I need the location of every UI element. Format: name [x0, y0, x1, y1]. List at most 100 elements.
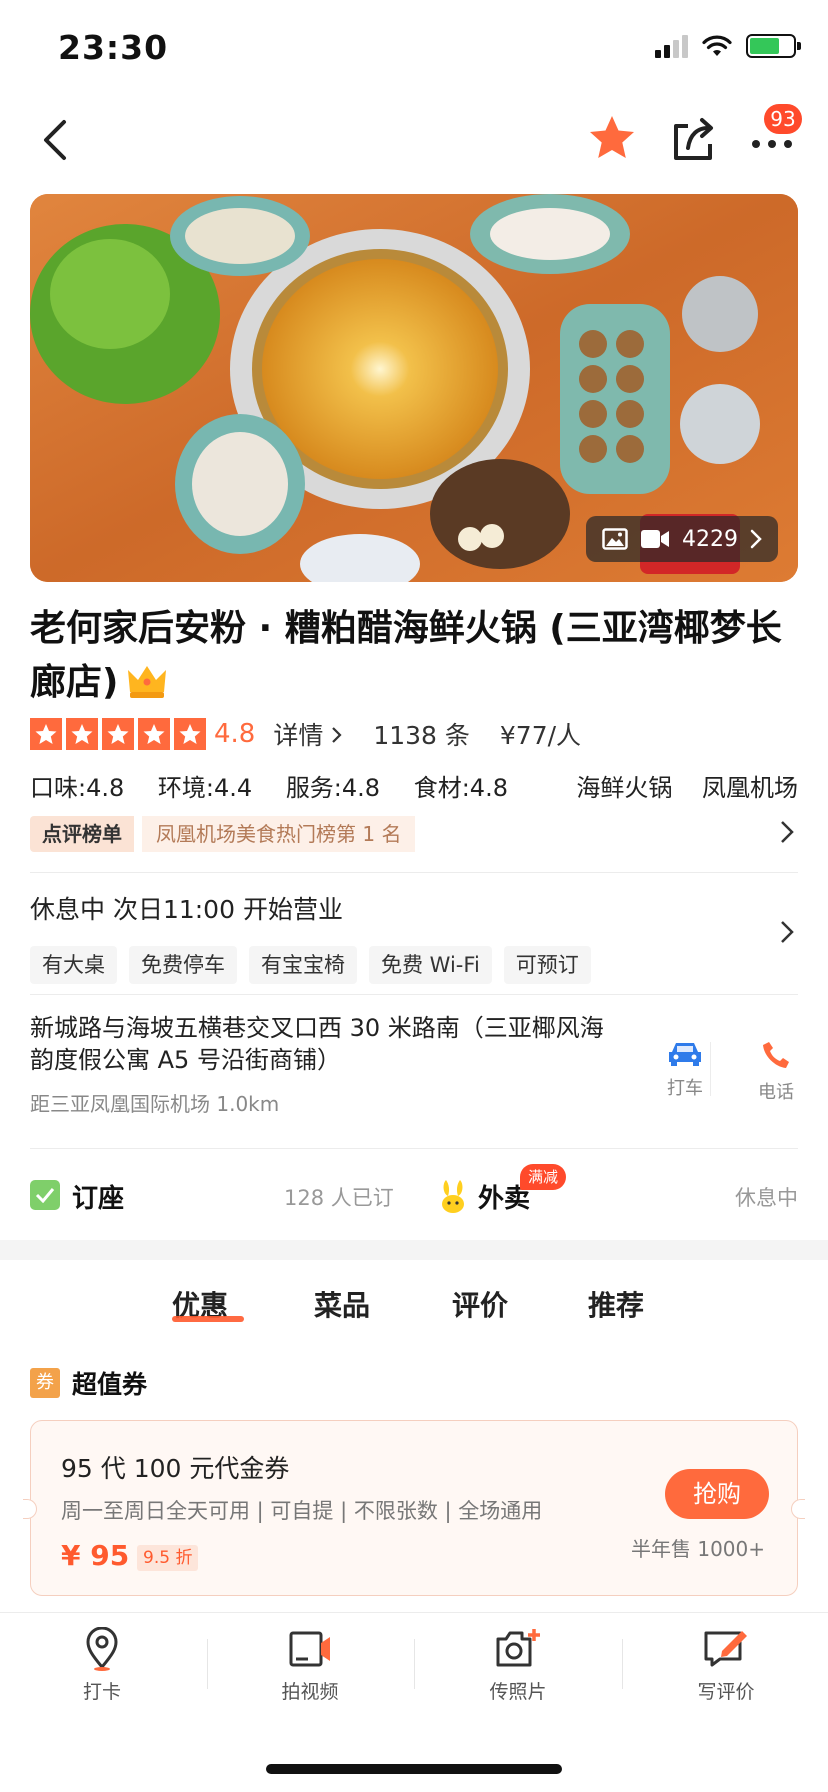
divider [30, 994, 798, 995]
back-arrow-icon[interactable] [34, 116, 82, 164]
section-tabs: 优惠 菜品 评价 推荐 [0, 1262, 828, 1342]
subscore-row: 口味:4.8 环境:4.4 服务:4.8 食材:4.8 海鲜火锅 凤凰机场 [30, 768, 798, 802]
chevron-right-icon [750, 529, 762, 549]
area-tag[interactable]: 凤凰机场 [702, 774, 798, 802]
tab-recommend[interactable]: 推荐 [588, 1284, 644, 1324]
cellular-signal-icon [655, 34, 688, 58]
star-icon [102, 718, 134, 750]
status-icons [655, 34, 801, 58]
rating-detail-label: 详情 [273, 721, 324, 750]
shop-title: 老何家后安粉 · 糟粕醋海鲜火锅 (三亚湾椰梦长廊店) [30, 602, 800, 710]
service-score: 服务:4.8 [285, 774, 381, 802]
favorite-star-icon[interactable] [586, 112, 638, 164]
star-icon [174, 718, 206, 750]
phone-label: 电话 [758, 1082, 794, 1103]
separator [207, 1639, 208, 1689]
tab-reviews[interactable]: 评价 [452, 1284, 508, 1324]
action-separator [710, 1042, 711, 1096]
distance-text: 距三亚凤凰国际机场 1.0km [30, 1092, 280, 1116]
category-tags: 海鲜火锅 凤凰机场 [554, 768, 798, 803]
battery-icon [746, 34, 801, 58]
ranking-label: 点评榜单 [30, 816, 134, 852]
business-hours: 休息中 次日11:00 开始营业 [30, 895, 343, 924]
review-count[interactable]: 1138 条 [373, 716, 470, 752]
section-gap [0, 1240, 828, 1260]
address-section[interactable]: 新城路与海坡五横巷交叉口西 30 米路南（三亚椰风海韵度假公寓 A5 号沿街商铺… [30, 1012, 798, 1122]
wifi-icon [702, 35, 732, 56]
booking-count: 128 人已订 [284, 1186, 394, 1210]
write-review-icon [704, 1631, 747, 1667]
share-icon[interactable] [668, 114, 718, 164]
facility-tag: 免费停车 [129, 946, 237, 984]
tab-dishes[interactable]: 菜品 [314, 1284, 370, 1324]
image-icon [602, 528, 628, 550]
facility-tag: 免费 Wi-Fi [369, 946, 492, 984]
checkin-label: 打卡 [82, 1681, 121, 1703]
star-rating [30, 718, 206, 750]
taxi-label: 打车 [667, 1078, 703, 1099]
address-text: 新城路与海坡五横巷交叉口西 30 米路南（三亚椰风海韵度假公寓 A5 号沿街商铺… [30, 1014, 604, 1074]
phone-icon [763, 1042, 789, 1068]
sold-count: 半年售 1000+ [630, 1537, 765, 1561]
video-icon [641, 530, 669, 548]
upload-photo-button[interactable]: 传照片 [458, 1627, 578, 1704]
taxi-button[interactable]: 打车 [630, 1040, 740, 1100]
crown-icon [128, 666, 167, 698]
hero-photo[interactable]: 4229 [30, 194, 798, 582]
takeout-status: 休息中 [735, 1186, 798, 1210]
coupon-description: 周一至周日全天可用 | 可自提 | 不限张数 | 全场通用 [61, 1499, 543, 1523]
ingredients-score: 食材:4.8 [413, 774, 508, 802]
rating-detail-link[interactable]: 详情 [273, 716, 343, 752]
ranking-banner[interactable]: 点评榜单 凤凰机场美食热门榜第 1 名 [30, 816, 798, 852]
booking-row: 订座 128 人已订 外卖 满减 休息中 [30, 1164, 798, 1224]
coupon-discount: 9.5 折 [137, 1545, 199, 1571]
category-tag[interactable]: 海鲜火锅 [576, 774, 672, 802]
location-pin-icon [86, 1626, 118, 1671]
status-time: 23:30 [58, 28, 169, 67]
booking-check-icon [30, 1180, 60, 1210]
write-review-label: 写评价 [697, 1681, 755, 1703]
photo-upload-icon [496, 1629, 540, 1667]
coupon-title: 95 代 100 元代金券 [61, 1454, 290, 1483]
facility-tags: 有大桌 免费停车 有宝宝椅 免费 Wi-Fi 可预订 [30, 946, 798, 984]
nav-bar: 93 [0, 100, 828, 180]
divider [30, 872, 798, 873]
status-bar: 23:30 [0, 0, 828, 90]
hours-section[interactable]: 休息中 次日11:00 开始营业 有大桌 免费停车 有宝宝椅 免费 Wi-Fi … [30, 890, 798, 984]
facility-tag: 有宝宝椅 [249, 946, 357, 984]
booking-label[interactable]: 订座 [72, 1178, 124, 1215]
notification-badge: 93 [764, 104, 802, 134]
buy-button[interactable]: 抢购 [665, 1469, 769, 1519]
tab-active-indicator [172, 1316, 244, 1322]
bottom-action-bar: 打卡 拍视频 传照片 写评价 [0, 1612, 828, 1732]
star-icon [138, 718, 170, 750]
media-count-button[interactable]: 4229 [586, 516, 778, 562]
coupon-card[interactable]: 95 代 100 元代金券 周一至周日全天可用 | 可自提 | 不限张数 | 全… [23, 1420, 805, 1596]
star-icon [30, 718, 62, 750]
write-review-button[interactable]: 写评价 [666, 1627, 786, 1704]
shoot-video-button[interactable]: 拍视频 [250, 1627, 370, 1704]
rating-row: 4.8 详情 1138 条 ¥77/人 [30, 716, 581, 752]
separator [414, 1639, 415, 1689]
card-notch [791, 1499, 805, 1519]
chevron-right-icon [332, 727, 342, 743]
taste-score: 口味:4.8 [30, 774, 125, 802]
car-icon [669, 1043, 701, 1066]
rating-score: 4.8 [214, 719, 256, 749]
checkin-button[interactable]: 打卡 [42, 1626, 162, 1704]
shoot-video-label: 拍视频 [281, 1681, 339, 1703]
chevron-right-icon [781, 821, 794, 843]
upload-photo-label: 传照片 [489, 1681, 547, 1703]
card-notch [23, 1499, 37, 1519]
separator [622, 1639, 623, 1689]
takeout-promo-badge: 满减 [520, 1164, 567, 1190]
avg-price: ¥77/人 [499, 721, 582, 750]
coupon-icon: 券 [30, 1368, 60, 1398]
chevron-right-icon [781, 921, 794, 943]
coupon-price: ¥ 95 [61, 1539, 130, 1572]
phone-button[interactable]: 电话 [736, 1040, 816, 1104]
environment-score: 环境:4.4 [157, 774, 253, 802]
home-indicator[interactable] [266, 1764, 562, 1774]
takeout-rabbit-icon [442, 1180, 464, 1213]
coupon-heading: 超值券 [72, 1370, 148, 1399]
